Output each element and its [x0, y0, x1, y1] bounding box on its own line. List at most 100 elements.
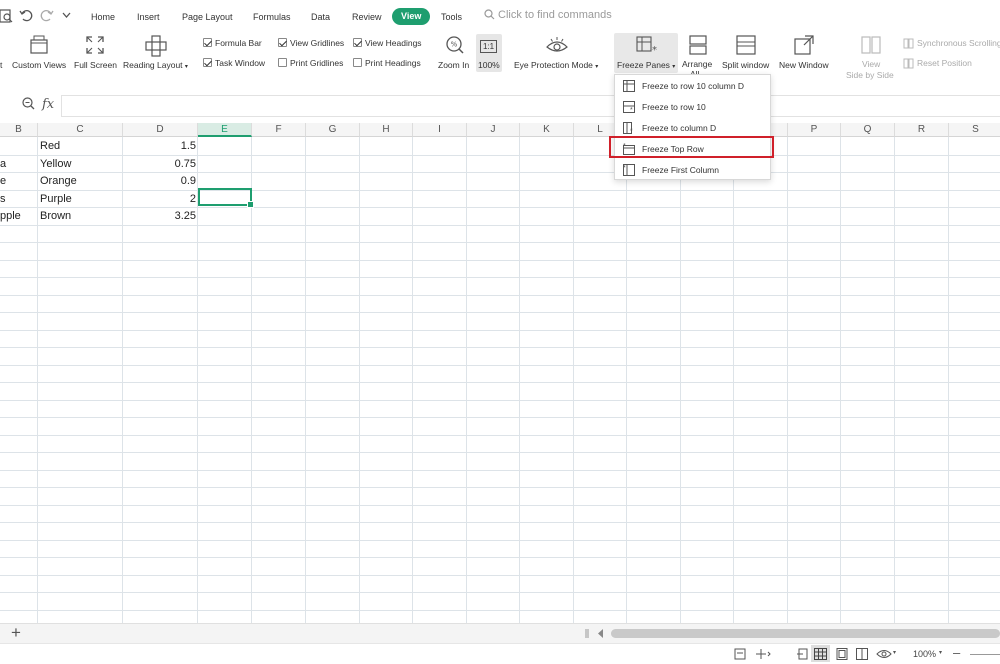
move-icon[interactable] — [755, 648, 771, 660]
column-header-h[interactable]: H — [360, 123, 413, 137]
print-gridlines-checkbox[interactable]: Print Gridlines — [278, 57, 343, 69]
tab-insert[interactable]: Insert — [137, 10, 160, 24]
cell-c1[interactable]: Red — [40, 138, 120, 155]
eye-protection-label: Eye Protection Mode — [514, 60, 593, 70]
reading-layout-button[interactable]: Reading Layout ▾ — [123, 60, 188, 70]
tab-data[interactable]: Data — [311, 10, 330, 24]
column-header-g[interactable]: G — [306, 123, 360, 137]
protect-icon[interactable] — [797, 648, 809, 660]
page-icon[interactable] — [734, 648, 746, 660]
column-header-k[interactable]: K — [520, 123, 574, 137]
print-preview-icon[interactable] — [0, 8, 14, 24]
undo-icon[interactable] — [19, 8, 33, 24]
cell-d2[interactable]: 0.75 — [124, 156, 196, 173]
scroll-separator-icon[interactable] — [585, 629, 589, 638]
grid-hline — [0, 592, 1000, 593]
cell-c3[interactable]: Orange — [40, 173, 120, 190]
column-header-i[interactable]: I — [413, 123, 467, 137]
tab-view[interactable]: View — [392, 8, 431, 25]
cell-c2[interactable]: Yellow — [40, 156, 120, 173]
zoom-in-icon: % — [446, 36, 464, 54]
cell-b2[interactable]: a — [0, 156, 36, 173]
view-side-by-side-button[interactable]: View — [862, 59, 880, 69]
formula-bar-checkbox[interactable]: Formula Bar — [203, 37, 262, 49]
column-header-f[interactable]: F — [252, 123, 306, 137]
column-header-j[interactable]: J — [467, 123, 520, 137]
split-window-button[interactable]: Split window — [722, 60, 769, 70]
zoom-in-button[interactable]: Zoom In — [438, 60, 469, 70]
task-window-checkbox[interactable]: Task Window — [203, 57, 265, 69]
cell-c5[interactable]: Brown — [40, 208, 120, 225]
reset-position-button[interactable]: Reset Position — [917, 58, 972, 68]
tab-page-layout[interactable]: Page Layout — [182, 10, 233, 24]
status-bar: ▾ 100% ▾ – — [0, 643, 1000, 664]
column-header-d[interactable]: D — [123, 123, 198, 137]
ribbon-partial-label[interactable]: t — [0, 60, 2, 70]
chevron-down-icon: ▾ — [672, 64, 676, 70]
fx-icon[interactable]: fx — [42, 97, 54, 112]
print-headings-checkbox[interactable]: Print Headings — [353, 57, 421, 69]
freeze-panes-label: Freeze Panes ▾ — [617, 60, 675, 70]
view-gridlines-checkbox[interactable]: View Gridlines — [278, 37, 344, 49]
grid-vline — [894, 137, 895, 623]
zoom-level[interactable]: 100% — [913, 649, 936, 659]
quick-access-dropdown-icon[interactable] — [62, 8, 71, 24]
column-header-q[interactable]: Q — [841, 123, 895, 137]
cell-b3[interactable]: e — [0, 173, 36, 190]
grid-hline — [0, 382, 1000, 383]
redo-icon[interactable] — [40, 8, 54, 24]
zoom-out-icon[interactable]: – — [953, 645, 960, 660]
tab-home[interactable]: Home — [91, 10, 115, 24]
arrange-all-button[interactable]: Arrange — [682, 59, 712, 69]
eye-protection-button[interactable]: Eye Protection Mode ▾ — [514, 60, 598, 70]
column-header-r[interactable]: R — [895, 123, 949, 137]
view-headings-checkbox[interactable]: View Headings — [353, 37, 422, 49]
cell-d5[interactable]: 3.25 — [124, 208, 196, 225]
chevron-down-icon[interactable]: ▾ — [893, 649, 896, 656]
page-layout-view-icon[interactable] — [836, 648, 848, 660]
grid-hline — [0, 469, 1000, 471]
add-sheet-icon[interactable]: + — [11, 624, 21, 642]
checkbox-checked-icon — [278, 38, 287, 47]
command-search[interactable]: Click to find commands — [484, 9, 612, 21]
new-window-button[interactable]: New Window — [779, 60, 829, 70]
formula-input[interactable] — [61, 95, 1000, 117]
spreadsheet-grid[interactable]: BCDEFGHIJKLMNOPQRSRed1.5aYellow0.75eOran… — [0, 123, 1000, 623]
column-header-p[interactable]: P — [788, 123, 841, 137]
tab-tools[interactable]: Tools — [441, 10, 462, 24]
tab-formulas[interactable]: Formulas — [253, 10, 291, 24]
column-header-e[interactable]: E — [198, 123, 252, 137]
menu-item-freeze-first-column[interactable]: * Freeze First Column — [615, 160, 770, 181]
page-break-view-icon[interactable] — [856, 648, 868, 660]
horizontal-scrollbar[interactable] — [611, 629, 1000, 638]
zoom-slider[interactable] — [970, 654, 1000, 655]
sync-scrolling-button[interactable]: Synchronous Scrolling — [917, 38, 1000, 48]
column-header-s[interactable]: S — [949, 123, 1000, 137]
grid-hline — [0, 259, 1000, 261]
grid-hline — [0, 294, 1000, 296]
menu-item-freeze-row10-colD[interactable]: Freeze to row 10 column D — [615, 76, 770, 97]
checkbox-checked-icon — [203, 38, 212, 47]
column-header-c[interactable]: C — [38, 123, 123, 137]
menu-item-freeze-row10[interactable]: * Freeze to row 10 — [615, 97, 770, 118]
column-header-b[interactable]: B — [0, 123, 38, 137]
zoom-icon[interactable] — [22, 97, 35, 110]
full-screen-button[interactable]: Full Screen — [74, 60, 117, 70]
chevron-down-icon: ▾ — [595, 64, 599, 70]
cell-d3[interactable]: 0.9 — [124, 173, 196, 190]
scroll-left-icon[interactable] — [598, 629, 604, 638]
chevron-down-icon[interactable]: ▾ — [939, 649, 942, 656]
eye-icon[interactable] — [876, 648, 892, 660]
tab-review[interactable]: Review — [352, 10, 382, 24]
cell-d1[interactable]: 1.5 — [124, 138, 196, 155]
freeze-panes-icon: * — [636, 36, 657, 55]
grid-vline — [251, 137, 252, 623]
cell-c4[interactable]: Purple — [40, 191, 120, 208]
cell-b4[interactable]: s — [0, 191, 36, 208]
custom-views-button[interactable]: Custom Views — [12, 60, 66, 70]
active-cell-e11[interactable] — [198, 188, 254, 208]
cell-b5[interactable]: pple — [0, 208, 36, 225]
grid-vline — [787, 137, 788, 623]
view-side-by-side-label-2: Side by Side — [846, 70, 894, 80]
cell-d4[interactable]: 2 — [124, 191, 196, 208]
